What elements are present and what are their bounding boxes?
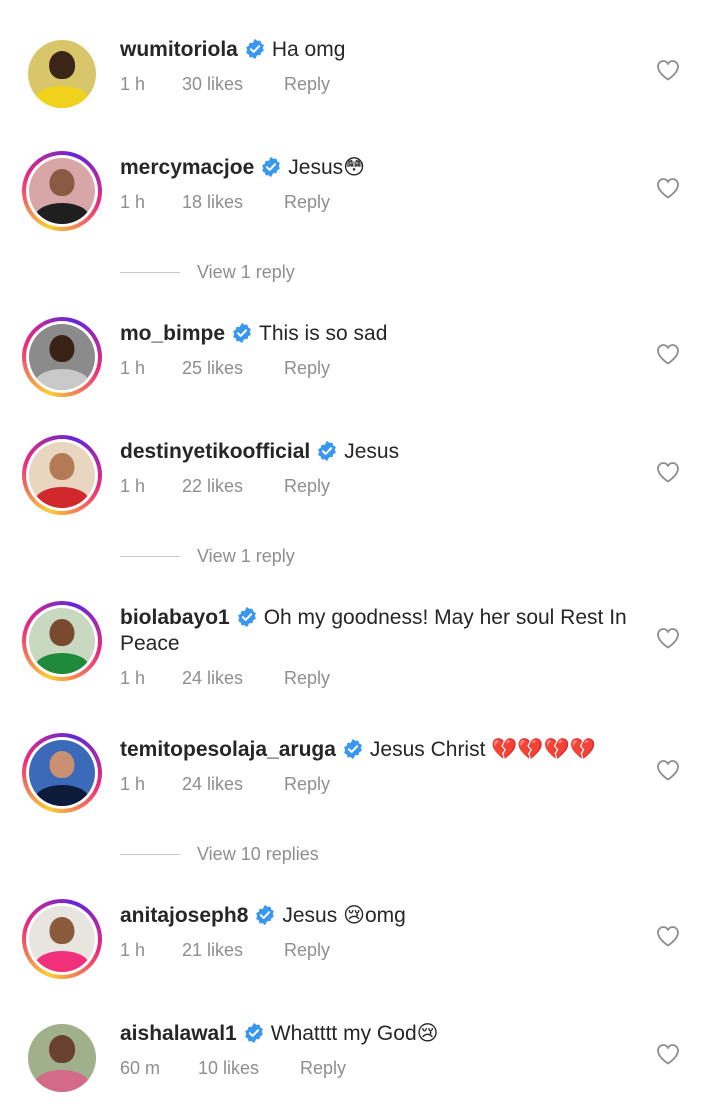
heart-icon[interactable]	[656, 343, 680, 365]
comment-body: biolabayo1 Oh my goodness! May her soul R…	[120, 605, 640, 657]
avatar[interactable]	[22, 733, 102, 813]
likes-count[interactable]: 22 likes	[182, 476, 284, 497]
comment-body: anitajoseph8 Jesus 😢omg	[120, 903, 640, 929]
comment-text: Jesus Christ 💔💔💔💔	[369, 738, 596, 761]
avatar[interactable]	[22, 601, 102, 681]
comment-time: 1 h	[120, 74, 146, 94]
view-replies-button[interactable]: View 1 reply	[120, 262, 295, 283]
comment-time: 1 h	[120, 358, 146, 378]
comment-meta: 1 h 18 likes Reply	[120, 192, 330, 213]
comment-text: Jesus	[344, 440, 400, 463]
comment-text: Jesus😳	[288, 156, 366, 179]
heart-icon[interactable]	[656, 461, 680, 483]
username[interactable]: wumitoriola	[120, 38, 238, 61]
avatar[interactable]	[22, 151, 102, 231]
verified-badge-icon	[245, 38, 264, 60]
comment-meta: 1 h 22 likes Reply	[120, 476, 330, 497]
comment-time: 1 h	[120, 668, 146, 688]
comment-meta: 1 h 30 likes Reply	[120, 74, 330, 95]
divider-line	[120, 854, 180, 855]
verified-badge-icon	[244, 1022, 263, 1044]
reply-button[interactable]: Reply	[284, 940, 330, 961]
comment-text: This is so sad	[259, 322, 388, 345]
reply-button[interactable]: Reply	[300, 1058, 346, 1079]
comment-body: temitopesolaja_aruga Jesus Christ 💔💔💔💔	[120, 737, 640, 763]
view-replies-button[interactable]: View 1 reply	[120, 546, 295, 567]
heart-icon[interactable]	[656, 759, 680, 781]
reply-button[interactable]: Reply	[284, 358, 330, 379]
heart-icon[interactable]	[656, 1043, 680, 1065]
reply-button[interactable]: Reply	[284, 774, 330, 795]
view-replies-label[interactable]: View 1 reply	[197, 262, 295, 283]
comment-time: 1 h	[120, 940, 146, 960]
username[interactable]: biolabayo1	[120, 606, 230, 629]
comment-meta: 1 h 24 likes Reply	[120, 774, 330, 795]
view-replies-label[interactable]: View 10 replies	[197, 844, 319, 865]
view-replies-label[interactable]: View 1 reply	[197, 546, 295, 567]
reply-button[interactable]: Reply	[284, 74, 330, 95]
comment-meta: 1 h 25 likes Reply	[120, 358, 330, 379]
likes-count[interactable]: 18 likes	[182, 192, 284, 213]
avatar[interactable]	[22, 899, 102, 979]
comment-meta: 1 h 21 likes Reply	[120, 940, 330, 961]
comment-body: wumitoriola Ha omg	[120, 37, 640, 63]
reply-button[interactable]: Reply	[284, 668, 330, 689]
comment-time: 60 m	[120, 1058, 161, 1078]
comment-text: Ha omg	[271, 38, 346, 61]
comment-body: mo_bimpe This is so sad	[120, 321, 640, 347]
reply-button[interactable]: Reply	[284, 476, 330, 497]
username[interactable]: destinyetikoofficial	[120, 440, 310, 463]
comment-text: Whatttt my God😢	[270, 1022, 439, 1045]
username[interactable]: temitopesolaja_aruga	[120, 738, 336, 761]
verified-badge-icon	[233, 322, 251, 344]
verified-badge-icon	[256, 904, 275, 926]
avatar[interactable]	[22, 34, 102, 114]
username[interactable]: mo_bimpe	[120, 322, 225, 345]
verified-badge-icon	[237, 606, 256, 628]
reply-button[interactable]: Reply	[284, 192, 330, 213]
divider-line	[120, 556, 180, 557]
avatar[interactable]	[22, 435, 102, 515]
verified-badge-icon	[344, 738, 362, 760]
comment-body: mercymacjoe Jesus😳	[120, 155, 640, 181]
avatar[interactable]	[22, 1018, 102, 1098]
heart-icon[interactable]	[656, 177, 680, 199]
likes-count[interactable]: 24 likes	[182, 668, 284, 689]
comment-time: 1 h	[120, 774, 146, 794]
likes-count[interactable]: 21 likes	[182, 940, 284, 961]
username[interactable]: mercymacjoe	[120, 156, 254, 179]
likes-count[interactable]: 30 likes	[182, 74, 284, 95]
heart-icon[interactable]	[656, 925, 680, 947]
comment-body: destinyetikoofficial Jesus	[120, 439, 640, 465]
verified-badge-icon	[318, 440, 337, 462]
username[interactable]: anitajoseph8	[120, 904, 248, 927]
divider-line	[120, 272, 180, 273]
avatar[interactable]	[22, 317, 102, 397]
likes-count[interactable]: 25 likes	[182, 358, 284, 379]
comment-time: 1 h	[120, 192, 146, 212]
verified-badge-icon	[262, 156, 281, 178]
comment-meta: 1 h 24 likes Reply	[120, 668, 330, 689]
heart-icon[interactable]	[656, 59, 680, 81]
heart-icon[interactable]	[656, 627, 680, 649]
comment-time: 1 h	[120, 476, 146, 496]
likes-count[interactable]: 10 likes	[198, 1058, 300, 1079]
username[interactable]: aishalawal1	[120, 1022, 237, 1045]
comment-meta: 60 m 10 likes Reply	[120, 1058, 346, 1079]
likes-count[interactable]: 24 likes	[182, 774, 284, 795]
comment-text: Jesus 😢omg	[282, 904, 406, 927]
comment-body: aishalawal1 Whatttt my God😢	[120, 1021, 640, 1047]
view-replies-button[interactable]: View 10 replies	[120, 844, 319, 865]
